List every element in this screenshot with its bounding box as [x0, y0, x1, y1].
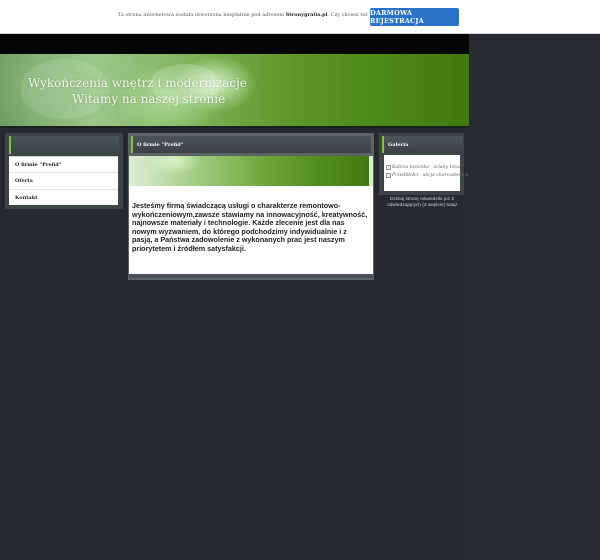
site-notice-bar: Ta strona internetowa została utworzona … — [0, 0, 600, 34]
menu-item-oferta[interactable]: Oferta — [9, 173, 118, 190]
notice-prefix: Ta strona internetowa została utworzona … — [118, 12, 286, 18]
gallery-link-label: Przedbłoko - akcja charcasteevna — [392, 173, 471, 178]
menu-item-kontakt[interactable]: Kontakt — [9, 190, 118, 206]
menu-item-o-firmie[interactable]: O firmie "Prefid" — [9, 157, 118, 174]
broken-image-icon — [386, 173, 391, 178]
header-subtitle: Witamy na naszej stronie — [72, 92, 226, 106]
gallery-link[interactable]: Kabina łazienka - ściany tetu! — [386, 165, 461, 170]
header-divider — [0, 126, 469, 128]
header-title: Wykończenia wnętrz i modernizacje — [28, 76, 247, 90]
content-title: O firmie "Prefid" — [131, 136, 371, 153]
site-header-banner: Wykończenia wnętrz i modernizacje Witamy… — [0, 54, 469, 126]
main-menu: O firmie "Prefid" Oferta Kontakt — [9, 156, 118, 205]
gallery-link-label: Kabina łazienka - ściany tetu! — [392, 165, 461, 170]
site-top-strip — [0, 34, 469, 54]
notice-site-link[interactable]: Stronygratis.pl — [286, 12, 328, 18]
gallery-list: Kabina łazienka - ściany tetu! Przedbłok… — [384, 155, 470, 191]
content-body: Jesteśmy firmą świadczącą usługi o chara… — [129, 186, 373, 274]
gallery-title: Galeria — [382, 136, 462, 153]
left-menu-header — [9, 136, 119, 154]
gallery-link[interactable]: Przedbłoko - akcja charcasteevna — [386, 173, 470, 178]
content-banner-image — [129, 156, 373, 186]
broken-image-icon — [386, 165, 391, 170]
page-side-background — [469, 34, 600, 560]
content-text: Jesteśmy firmą świadczącą usługi o chara… — [132, 201, 368, 253]
banner-edge — [369, 156, 373, 186]
visitor-counter: Dzisiaj stronę odwiedziło już 2 odwiedza… — [387, 197, 457, 208]
register-button[interactable]: DARMOWA REJESTRACJA — [370, 8, 459, 26]
content-footer — [129, 274, 373, 278]
